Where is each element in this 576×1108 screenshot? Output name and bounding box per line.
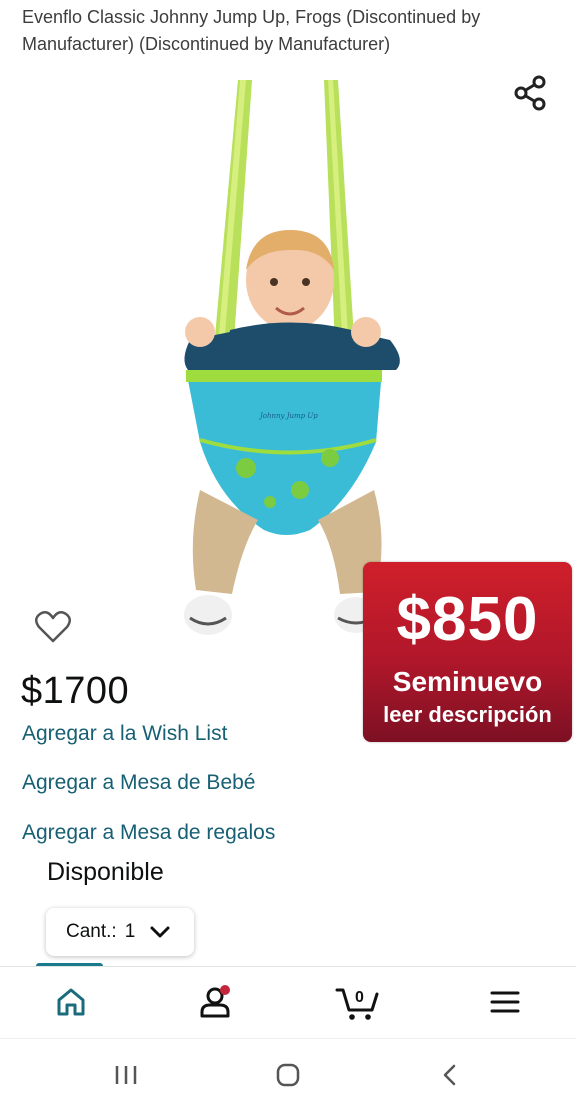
- system-navigation-bar: [0, 1038, 576, 1108]
- cart-icon: 0: [335, 988, 379, 1020]
- quantity-selector[interactable]: Cant.: 1: [46, 908, 194, 956]
- cart-count: 0: [355, 989, 364, 1006]
- promo-sticker: $850 Seminuevo leer descripción: [363, 562, 572, 742]
- nav-account-button[interactable]: [190, 979, 240, 1025]
- notification-badge: [220, 985, 230, 995]
- promo-condition: Seminuevo: [392, 666, 543, 697]
- promo-price: $850: [396, 585, 539, 654]
- nav-menu-button[interactable]: [480, 979, 530, 1025]
- add-to-gift-registry-link[interactable]: Agregar a Mesa de regalos: [22, 820, 275, 846]
- quantity-label: Cant.:: [66, 921, 117, 942]
- product-price: $1700: [21, 670, 130, 712]
- availability-status: Disponible: [47, 858, 164, 886]
- nav-home-button[interactable]: [46, 979, 96, 1025]
- back-icon: [443, 1064, 456, 1086]
- product-title: Evenflo Classic Johnny Jump Up, Frogs (D…: [22, 7, 481, 54]
- chevron-down-icon: [150, 926, 170, 938]
- add-to-wishlist-link[interactable]: Agregar a la Wish List: [22, 721, 227, 747]
- recent-apps-button[interactable]: [106, 1059, 146, 1091]
- bottom-navigation: 0: [0, 966, 576, 1038]
- nav-cart-button[interactable]: 0: [332, 979, 382, 1025]
- menu-icon: [490, 991, 520, 1013]
- share-icon[interactable]: [511, 73, 551, 113]
- wishlist-heart-icon[interactable]: [34, 609, 72, 645]
- add-to-baby-registry-link[interactable]: Agregar a Mesa de Bebé: [22, 770, 255, 796]
- home-icon: [57, 988, 85, 1016]
- promo-note: leer descripción: [383, 702, 552, 727]
- seat-brand-text: Johnny Jump Up: [258, 412, 318, 420]
- recent-apps-icon: [115, 1066, 137, 1084]
- home-circle-icon: [276, 1063, 300, 1087]
- system-home-button[interactable]: [268, 1059, 308, 1091]
- quantity-value: 1: [124, 921, 136, 942]
- system-back-button[interactable]: [430, 1059, 470, 1091]
